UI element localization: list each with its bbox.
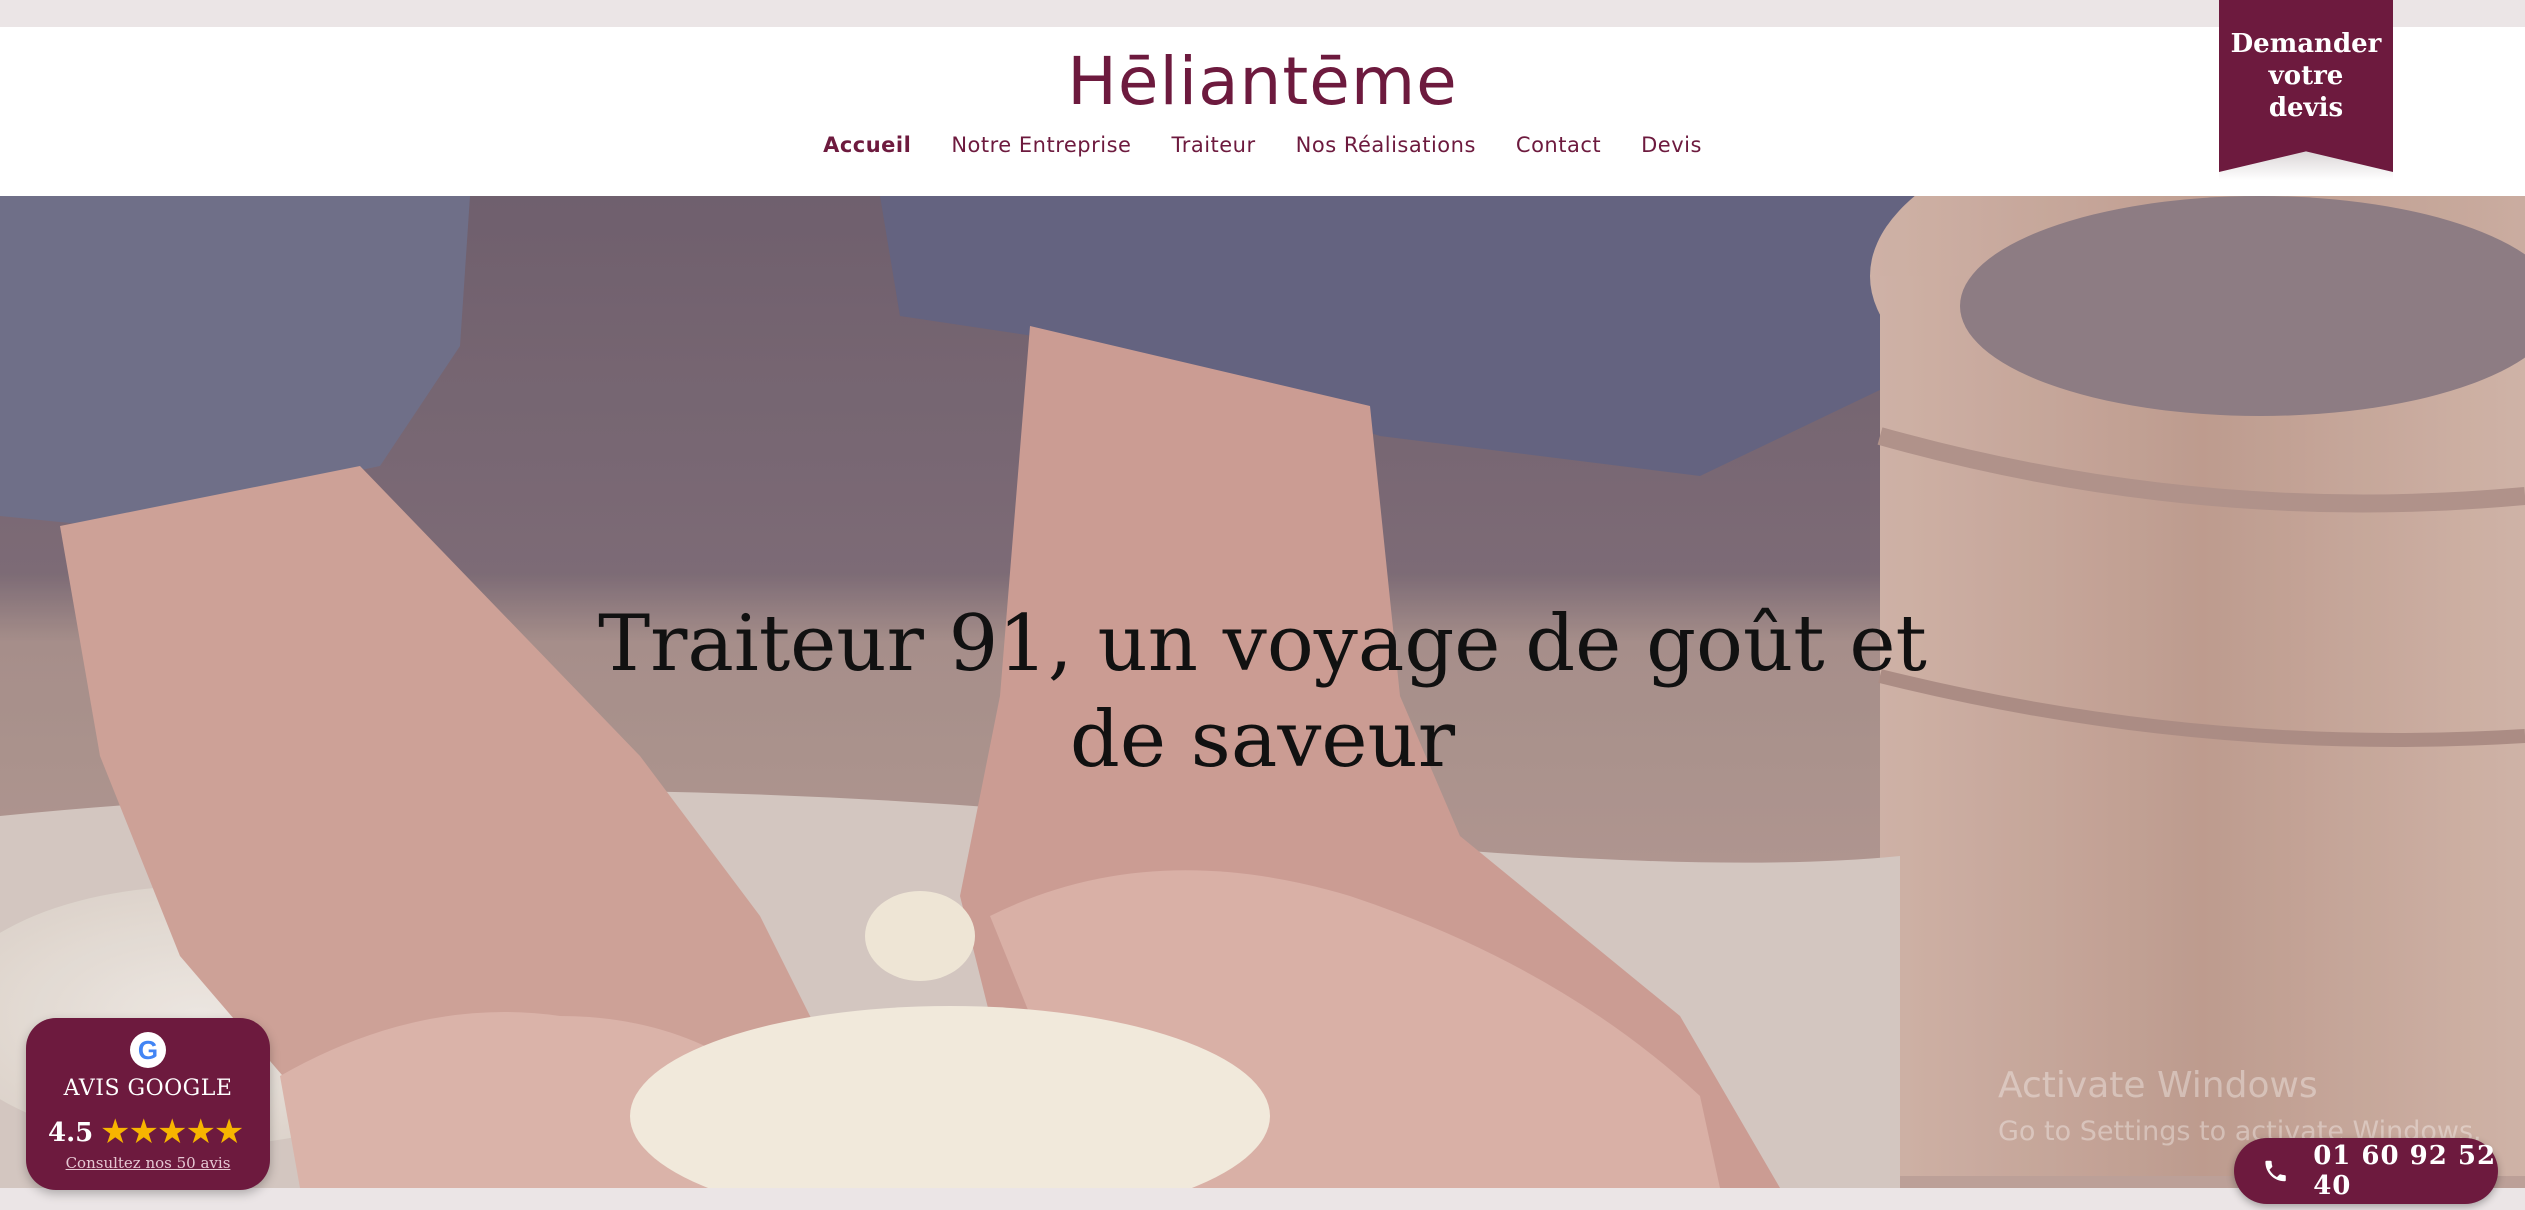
hero-section: Traiteur 91, un voyage de goût et de sav… — [0, 196, 2525, 1188]
site-logo[interactable]: Hēliantēme — [0, 47, 2525, 117]
google-reviews-link[interactable]: Consultez nos 50 avis — [26, 1154, 270, 1172]
request-quote-button[interactable]: Demander votre devis — [2219, 0, 2393, 172]
nav-item-notre-entreprise[interactable]: Notre Entreprise — [951, 130, 1131, 160]
nav-item-traiteur[interactable]: Traiteur — [1171, 130, 1255, 160]
hero-title-line1: Traiteur 91, un voyage de goût et — [598, 599, 1927, 689]
devis-line2: votre — [2268, 61, 2344, 91]
google-reviews-widget[interactable]: G AVIS GOOGLE 4.5 ★★★★★ Consultez nos 50… — [26, 1018, 270, 1190]
google-widget-title: AVIS GOOGLE — [63, 1076, 233, 1101]
nav-item-devis[interactable]: Devis — [1641, 130, 1702, 160]
phone-icon — [2265, 1160, 2286, 1182]
devis-line1: Demander — [2230, 29, 2382, 59]
nav-item-accueil[interactable]: Accueil — [823, 130, 911, 160]
watermark-line1: Activate Windows — [1998, 1065, 2318, 1106]
nav-item-nos-realisations[interactable]: Nos Réalisations — [1296, 130, 1476, 160]
star-rating-icon: ★★★★★ — [100, 1113, 244, 1151]
hero-title: Traiteur 91, un voyage de goût et de sav… — [0, 596, 2525, 788]
site-header: Hēliantēme Accueil Notre Entreprise Trai… — [0, 27, 2525, 196]
main-nav: Accueil Notre Entreprise Traiteur Nos Ré… — [0, 130, 2525, 160]
nav-item-contact[interactable]: Contact — [1516, 130, 1601, 160]
top-strip — [0, 0, 2525, 27]
hero-title-line2: de saveur — [1069, 695, 1456, 785]
phone-number: 01 60 92 52 40 — [2313, 1141, 2497, 1201]
page: Hēliantēme Accueil Notre Entreprise Trai… — [0, 0, 2525, 1210]
google-icon: G — [130, 1032, 166, 1068]
devis-line3: devis — [2268, 93, 2344, 123]
phone-call-button[interactable]: 01 60 92 52 40 — [2234, 1138, 2498, 1204]
google-rating-value: 4.5 — [48, 1118, 94, 1148]
bottom-strip — [0, 1188, 2525, 1210]
